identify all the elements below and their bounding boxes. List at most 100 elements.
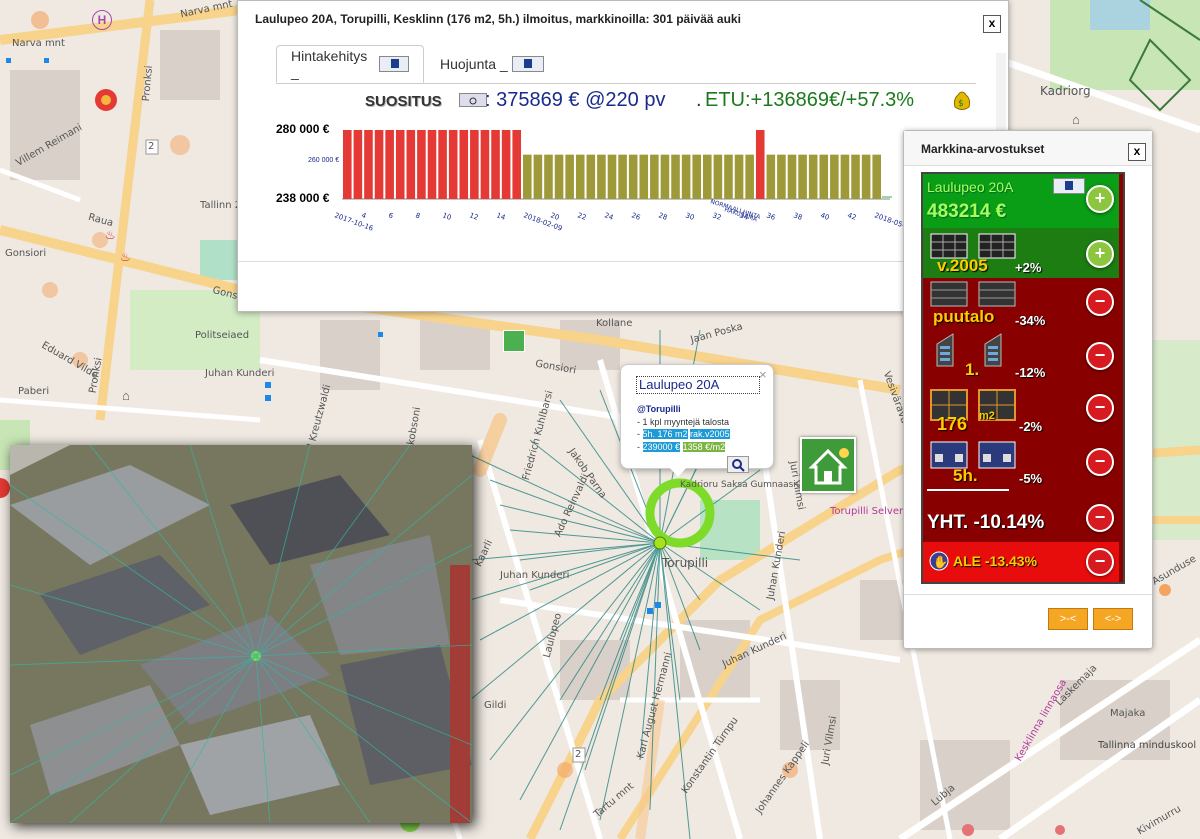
export-icon[interactable] bbox=[511, 56, 544, 72]
svg-text:✋: ✋ bbox=[933, 555, 948, 569]
chart-bar[interactable] bbox=[459, 130, 469, 199]
tab-bar: Hintakehitys _ Huojunta _ bbox=[276, 43, 976, 84]
home-marker-icon[interactable] bbox=[800, 437, 856, 493]
chart-bar[interactable] bbox=[628, 154, 638, 199]
chart-bar[interactable] bbox=[830, 154, 839, 199]
benefit-value: ETU:+136869€/+57.3% bbox=[705, 89, 915, 111]
chart-bar[interactable] bbox=[586, 154, 596, 199]
chart-bar[interactable] bbox=[777, 154, 786, 199]
base-value-row: Laulupeo 20A 483214 € + bbox=[923, 174, 1119, 228]
export-icon[interactable] bbox=[378, 56, 409, 72]
compress-button[interactable]: >-< bbox=[1048, 608, 1088, 630]
decrease-button[interactable]: − bbox=[1086, 288, 1114, 316]
chart-bar[interactable] bbox=[480, 130, 490, 199]
panel-titlebar[interactable]: Markkina-arvostukset x bbox=[904, 131, 1152, 166]
tab-volatility[interactable]: Huojunta _ bbox=[426, 45, 566, 83]
chart-bar[interactable] bbox=[533, 154, 543, 199]
chart-bar[interactable] bbox=[491, 130, 500, 199]
increase-button[interactable]: + bbox=[1086, 185, 1114, 213]
decrease-button[interactable]: − bbox=[1086, 504, 1114, 532]
popup-title[interactable]: Laulupeo 20A bbox=[636, 376, 760, 394]
dialog-titlebar[interactable]: Laulupeo 20A, Torupilli, Kesklinn (176 m… bbox=[238, 1, 1008, 37]
chart-bar[interactable] bbox=[618, 154, 627, 199]
search-icon[interactable] bbox=[459, 93, 487, 107]
chart-bar[interactable] bbox=[364, 130, 373, 199]
chart-bar[interactable] bbox=[417, 130, 426, 199]
decrease-button[interactable]: − bbox=[1086, 448, 1114, 476]
chart-bar[interactable] bbox=[406, 130, 416, 199]
valuation-stack: Laulupeo 20A 483214 € + v.2005 +2% + puu… bbox=[921, 172, 1125, 584]
home-marker-icon[interactable] bbox=[503, 330, 525, 352]
export-icon[interactable] bbox=[1053, 178, 1085, 194]
street-label: Paberi bbox=[18, 386, 50, 397]
increase-button[interactable]: + bbox=[1086, 240, 1114, 268]
chart-bar[interactable] bbox=[544, 154, 553, 199]
chart-bar[interactable] bbox=[523, 154, 532, 199]
prefix: - bbox=[637, 429, 643, 439]
chart-bar[interactable] bbox=[395, 130, 405, 199]
chart-bar[interactable] bbox=[861, 154, 871, 199]
chart-bar[interactable] bbox=[650, 154, 659, 199]
chart-bar[interactable] bbox=[374, 130, 384, 199]
chart-bar[interactable] bbox=[734, 154, 744, 199]
x-tick-label: 26 bbox=[630, 211, 642, 222]
material-adjustment: -34% bbox=[1015, 313, 1046, 328]
zoom-icon[interactable] bbox=[727, 456, 749, 473]
chart-bar[interactable] bbox=[438, 130, 447, 199]
floor-row: 1. -12% − bbox=[923, 332, 1119, 386]
discount-row: ✋ ALE -13.43% − bbox=[923, 542, 1119, 582]
chart-bar[interactable] bbox=[607, 154, 617, 199]
close-button[interactable]: x bbox=[983, 15, 1001, 33]
museum-icon: ⌂ bbox=[122, 388, 130, 403]
x-tick-label: 38 bbox=[792, 211, 803, 222]
street-label: Kadriorg bbox=[1040, 84, 1091, 98]
decrease-button[interactable]: − bbox=[1086, 394, 1114, 422]
chart-bar[interactable] bbox=[872, 154, 881, 199]
price-highlight: 239000 € bbox=[642, 442, 681, 452]
chart-bar[interactable] bbox=[565, 154, 574, 199]
chart-bar[interactable] bbox=[385, 130, 394, 199]
prefix: - bbox=[637, 442, 643, 452]
chart-bar[interactable] bbox=[745, 154, 754, 199]
popup-place: @Torupilli bbox=[637, 404, 681, 414]
rooms-adjustment: -5% bbox=[1019, 471, 1043, 486]
chart-bar[interactable] bbox=[703, 154, 712, 199]
chart-bar[interactable] bbox=[692, 154, 701, 199]
chart-bar[interactable] bbox=[787, 154, 797, 199]
separator-dot: . bbox=[696, 89, 702, 111]
panel-title: Markkina-arvostukset bbox=[921, 142, 1045, 156]
chart-bar[interactable] bbox=[470, 130, 479, 199]
chart-bar[interactable] bbox=[819, 154, 829, 199]
close-icon[interactable]: × bbox=[759, 367, 767, 382]
chart-bar[interactable] bbox=[851, 154, 860, 199]
decrease-button[interactable]: − bbox=[1086, 342, 1114, 370]
recommendation-row: SUOSITUS : 375869 € @220 pv . ETU:+13686… bbox=[365, 89, 975, 115]
chart-bar[interactable] bbox=[798, 154, 807, 199]
chart-bar[interactable] bbox=[755, 130, 765, 199]
chart-bar[interactable] bbox=[554, 154, 564, 199]
close-button[interactable]: x bbox=[1128, 143, 1146, 161]
chart-bar[interactable] bbox=[427, 130, 437, 199]
chart-bar[interactable] bbox=[660, 154, 670, 199]
chart-bar[interactable] bbox=[713, 154, 723, 199]
chart-bar[interactable] bbox=[724, 154, 733, 199]
chart-bar[interactable] bbox=[671, 154, 680, 199]
decrease-button[interactable]: − bbox=[1086, 548, 1114, 576]
chart-bar[interactable] bbox=[512, 130, 521, 199]
chart-bar[interactable] bbox=[353, 130, 363, 199]
dialog-title: Laulupeo 20A, Torupilli, Kesklinn (176 m… bbox=[255, 12, 741, 26]
chart-bar[interactable] bbox=[681, 154, 691, 199]
expand-button[interactable]: <-> bbox=[1093, 608, 1133, 630]
chart-bar[interactable] bbox=[448, 130, 458, 199]
chart-bar[interactable] bbox=[501, 130, 511, 199]
chart-bar[interactable] bbox=[766, 154, 776, 199]
chart-bar[interactable] bbox=[575, 154, 585, 199]
chart-bar[interactable] bbox=[597, 154, 606, 199]
tab-price-history[interactable]: Hintakehitys _ bbox=[276, 45, 424, 83]
chart-bar[interactable] bbox=[808, 154, 818, 199]
x-tick-label: 2017-10-16 bbox=[333, 211, 374, 233]
svg-text:$: $ bbox=[958, 99, 964, 109]
chart-bar[interactable] bbox=[840, 154, 850, 199]
chart-bar[interactable] bbox=[343, 130, 352, 199]
chart-bar[interactable] bbox=[639, 154, 649, 199]
